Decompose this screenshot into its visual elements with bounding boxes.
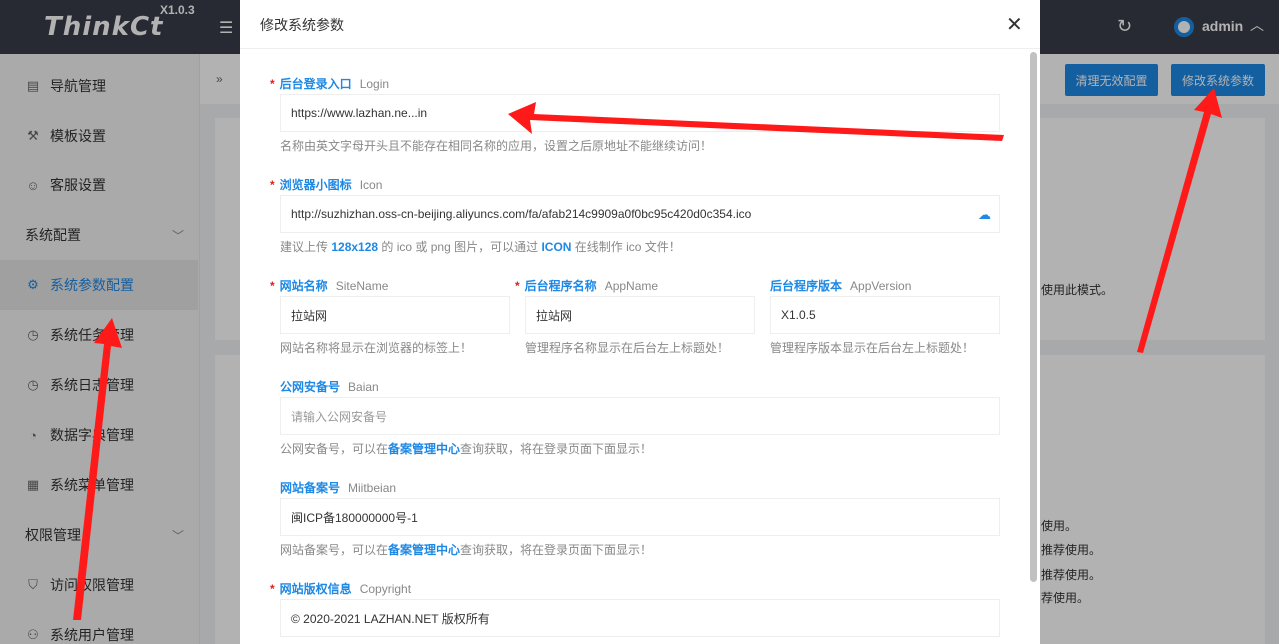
baian-help: 公网安备号，可以在备案管理中心查询获取，将在登录页面下面显示！: [280, 442, 653, 456]
icon-url-value: http://suzhizhan.oss-cn-beijing.aliyuncs…: [291, 207, 752, 221]
icon-url-input[interactable]: http://suzhizhan.oss-cn-beijing.aliyuncs…: [280, 195, 1000, 233]
login-help: 名称由英文字母开头且不能存在相同名称的应用，设置之后原地址不能继续访问！: [280, 139, 713, 153]
cloud-upload-icon[interactable]: ☁: [978, 207, 991, 223]
appversion-input[interactable]: X1.0.5: [770, 296, 1000, 334]
appname-label: * 后台程序名称 AppName: [515, 279, 659, 293]
icon-label: * 浏览器小图标 Icon: [270, 178, 383, 192]
appname-help: 管理程序名称显示在后台左上标题处！: [525, 341, 730, 355]
icon-maker-link[interactable]: ICON: [541, 240, 571, 254]
modal-scrollbar[interactable]: [1030, 52, 1037, 582]
copyright-input[interactable]: © 2020-2021 LAZHAN.NET 版权所有: [280, 599, 1000, 637]
edit-params-modal: 修改系统参数 ✕ * 后台登录入口 Login https://www.lazhan…: [240, 0, 1040, 644]
login-label: * 后台登录入口 Login: [270, 77, 390, 91]
appversion-label: 后台程序版本 AppVersion: [770, 279, 912, 293]
beian-center-link[interactable]: 备案管理中心: [388, 442, 460, 456]
baian-label: 公网安备号 Baian: [280, 380, 379, 394]
beian-center-link[interactable]: 备案管理中心: [388, 543, 460, 557]
sitename-help: 网站名称将显示在浏览器的标签上！: [280, 341, 473, 355]
appname-input[interactable]: 拉站网: [525, 296, 755, 334]
copyright-label: * 网站版权信息 Copyright: [270, 582, 412, 596]
login-input[interactable]: https://www.lazhan.ne...in: [280, 94, 1000, 132]
close-icon[interactable]: ✕: [1006, 12, 1023, 37]
modal-header: 修改系统参数 ✕: [240, 0, 1040, 49]
icon-help: 建议上传 128x128 的 ico 或 png 图片，可以通过 ICON 在线…: [280, 240, 681, 254]
sitename-input[interactable]: 拉站网: [280, 296, 510, 334]
appversion-help: 管理程序版本显示在后台左上标题处！: [770, 341, 975, 355]
sitename-label: * 网站名称 SiteName: [270, 279, 389, 293]
baian-input[interactable]: 请输入公网安备号: [280, 397, 1000, 435]
modal-title: 修改系统参数: [260, 17, 344, 33]
miitbeian-label: 网站备案号 Miitbeian: [280, 481, 397, 495]
miitbeian-help: 网站备案号，可以在备案管理中心查询获取，将在登录页面下面显示！: [280, 543, 653, 557]
miitbeian-input[interactable]: 闽ICP备180000000号-1: [280, 498, 1000, 536]
size-hint: 128x128: [331, 240, 379, 254]
